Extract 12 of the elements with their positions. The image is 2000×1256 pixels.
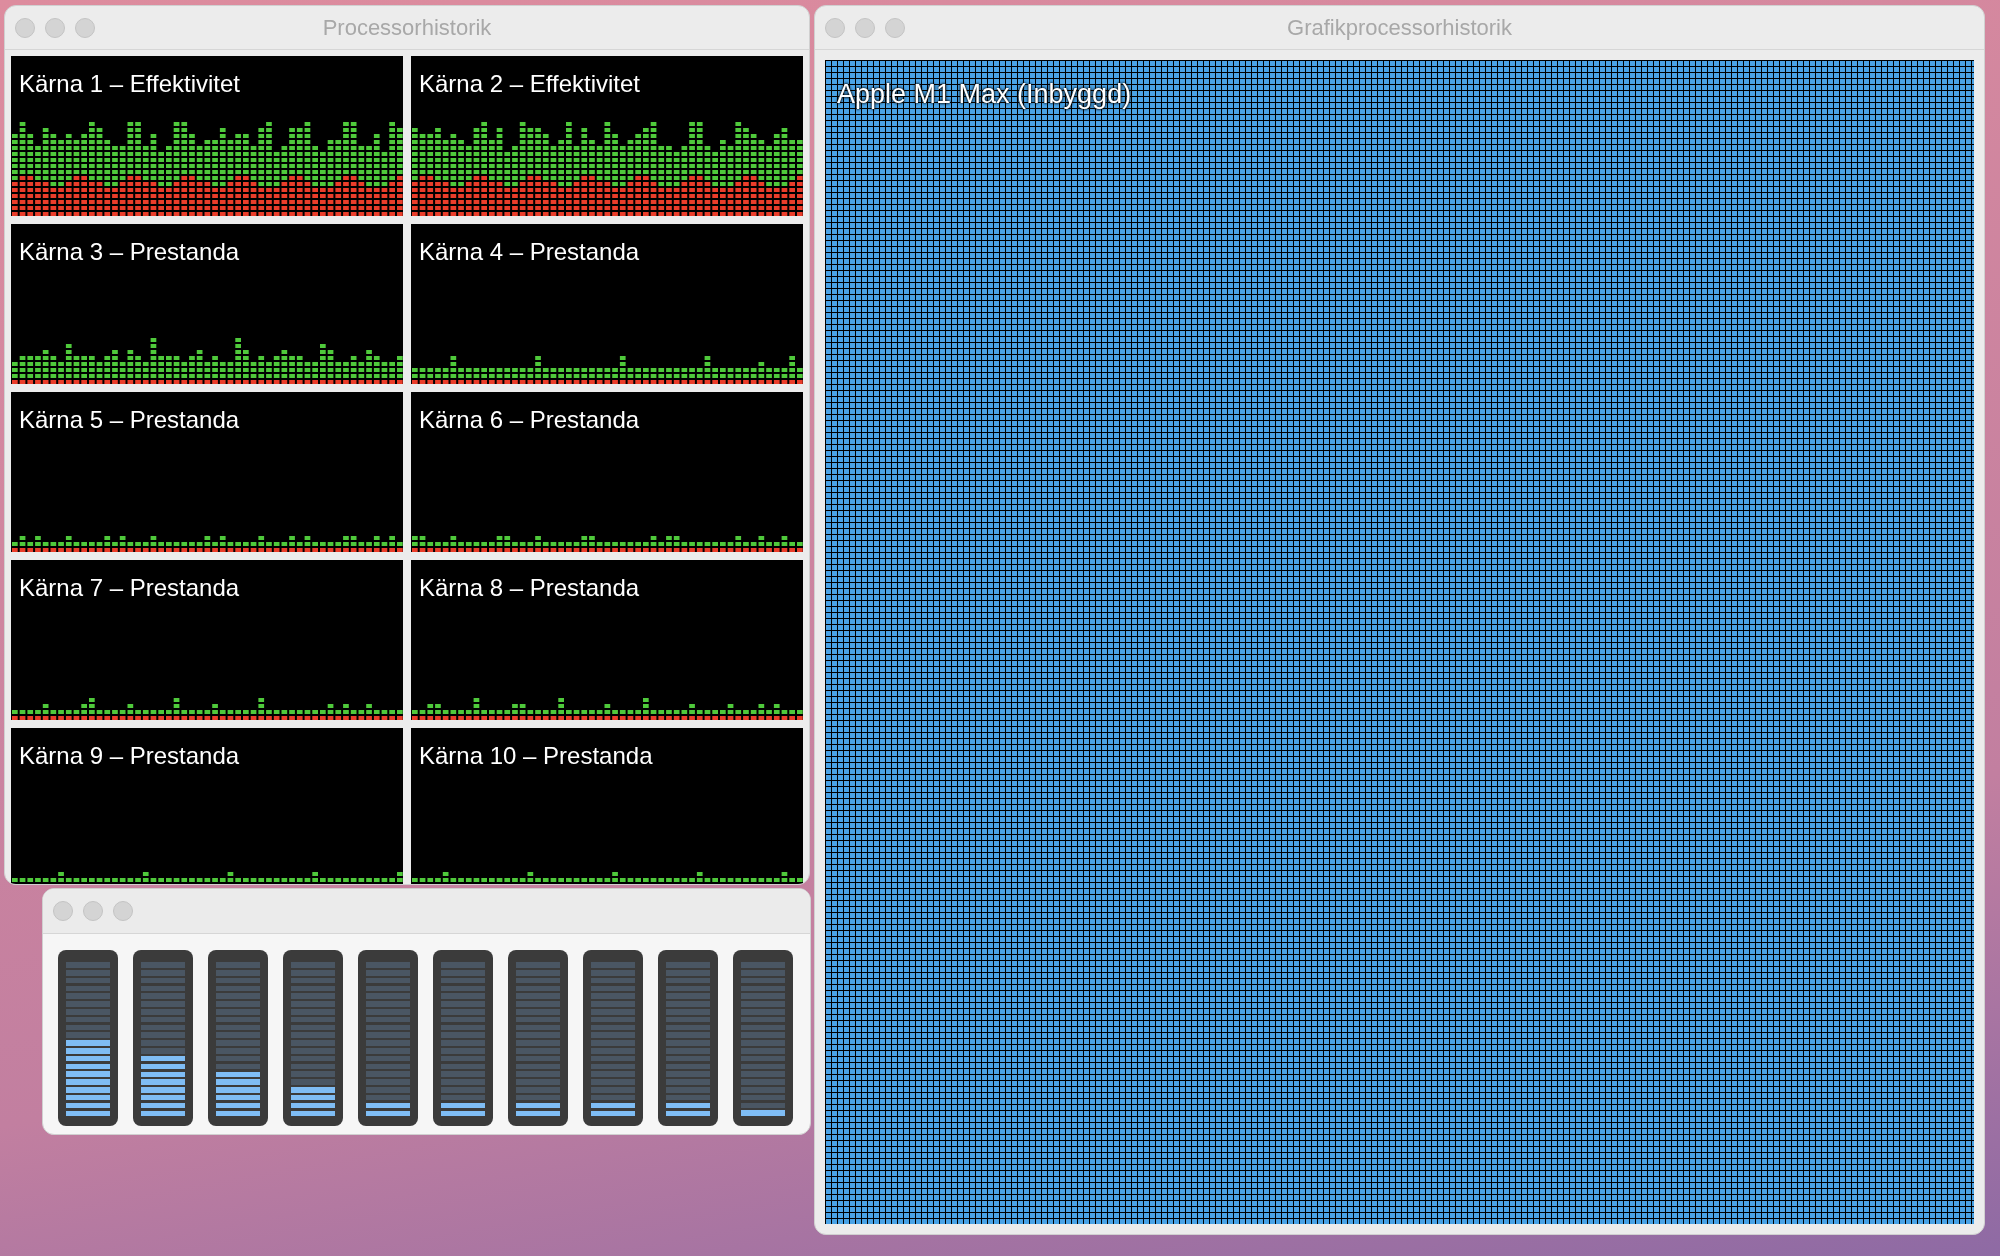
core-label: Kärna 4 – Prestanda xyxy=(419,237,640,267)
core-label: Kärna 2 – Effektivitet xyxy=(419,69,640,99)
core-label: Kärna 8 – Prestanda xyxy=(419,573,640,603)
window-title: Processorhistorik xyxy=(322,14,492,42)
core-label: Kärna 6 – Prestanda xyxy=(419,405,640,435)
core-label: Kärna 3 – Prestanda xyxy=(19,237,240,267)
core-label: Kärna 7 – Prestanda xyxy=(19,573,240,603)
core-label: Kärna 5 – Prestanda xyxy=(19,405,240,435)
window-title: Grafikprocessorhistorik xyxy=(1287,14,1512,42)
core-label: Kärna 10 – Prestanda xyxy=(419,741,653,771)
core-label: Kärna 9 – Prestanda xyxy=(19,741,240,771)
core-label: Kärna 1 – Effektivitet xyxy=(19,69,240,99)
